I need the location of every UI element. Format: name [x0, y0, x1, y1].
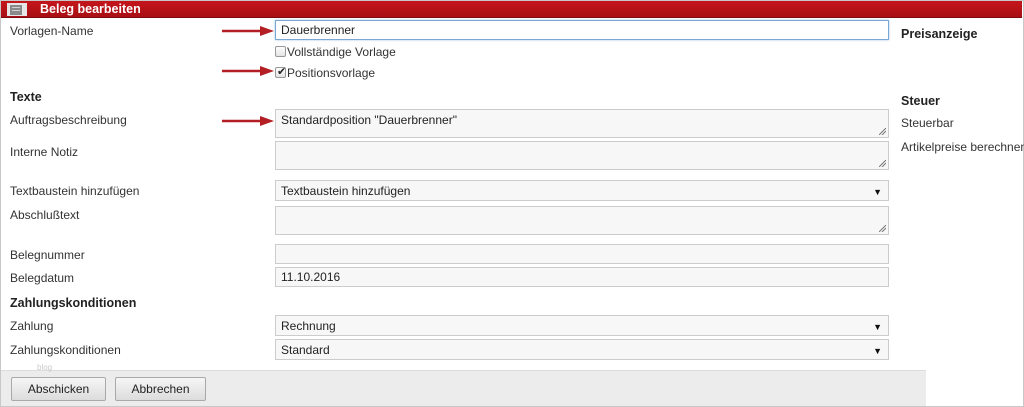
textbaustein-select[interactable]: Textbaustein hinzufügen ▼ [275, 180, 889, 201]
belegdatum-input[interactable]: 11.10.2016 [275, 267, 889, 287]
dialog-footer: blog Abschicken Abbrechen [1, 363, 926, 406]
heading-steuer: Steuer [901, 94, 940, 108]
checkbox-box[interactable]: ✔ [275, 66, 287, 78]
abschlusstext-textarea[interactable] [275, 206, 889, 235]
document-icon [7, 3, 27, 16]
interne-notiz-textarea[interactable] [275, 141, 889, 170]
checkbox-box[interactable] [275, 46, 286, 57]
label-textbaustein: Textbaustein hinzufügen [10, 184, 140, 198]
dropdown-arrow-icon: ▼ [873, 346, 882, 356]
checkmark-icon: ✔ [277, 66, 287, 78]
heading-preisanzeige: Preisanzeige [901, 27, 978, 41]
label-artikelpreise: Artikelpreise berechnen [901, 140, 1024, 154]
zahlung-selected: Rechnung [281, 319, 336, 333]
label-interne-notiz: Interne Notiz [10, 145, 79, 159]
resize-handle-icon[interactable] [879, 225, 886, 232]
resize-handle-icon[interactable] [879, 160, 886, 167]
checkbox-label: Vollständige Vorlage [287, 45, 396, 59]
label-auftragsbeschreibung: Auftragsbeschreibung [10, 113, 127, 127]
label-vorlagen-name: Vorlagen-Name [10, 24, 94, 38]
label-zahlungskonditionen: Zahlungskonditionen [10, 343, 121, 357]
submit-button[interactable]: Abschicken [11, 377, 106, 401]
belegnummer-input[interactable] [275, 244, 889, 264]
cancel-button[interactable]: Abbrechen [115, 377, 206, 401]
dropdown-arrow-icon: ▼ [873, 187, 882, 197]
vorlagen-name-input[interactable]: Dauerbrenner [275, 20, 889, 40]
titlebar: Beleg bearbeiten [1, 1, 1022, 18]
checkbox-label: Positionsvorlage [287, 66, 376, 80]
arrow-annotation [222, 26, 274, 36]
label-zahlung: Zahlung [10, 319, 54, 333]
dialog-title: Beleg bearbeiten [40, 2, 141, 16]
dropdown-arrow-icon: ▼ [873, 322, 882, 332]
section-texte: Texte [10, 90, 42, 104]
arrow-annotation [222, 116, 274, 126]
label-belegdatum: Belegdatum [10, 271, 75, 285]
label-steuerbar: Steuerbar [901, 116, 954, 130]
arrow-annotation [222, 66, 274, 76]
label-abschlusstext: Abschlußtext [10, 208, 80, 222]
zahlungskonditionen-selected: Standard [281, 343, 330, 357]
auftragsbeschreibung-text: Standardposition "Dauerbrenner" [281, 113, 457, 127]
textbaustein-selected: Textbaustein hinzufügen [281, 184, 411, 198]
watermark-text: blog [37, 363, 53, 372]
auftragsbeschreibung-textarea[interactable]: Standardposition "Dauerbrenner" [275, 109, 889, 138]
label-belegnummer: Belegnummer [10, 248, 85, 262]
zahlungskonditionen-select[interactable]: Standard ▼ [275, 339, 889, 360]
resize-handle-icon[interactable] [879, 128, 886, 135]
section-zahlungskonditionen: Zahlungskonditionen [10, 296, 137, 310]
zahlung-select[interactable]: Rechnung ▼ [275, 315, 889, 336]
